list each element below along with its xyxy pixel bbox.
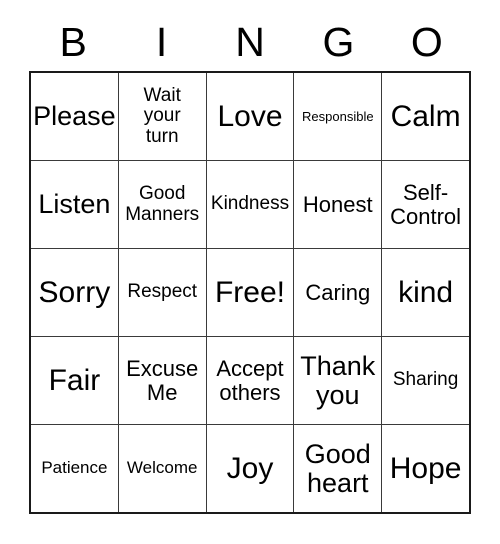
bingo-cell[interactable]: Good Manners bbox=[118, 161, 207, 248]
bingo-cell[interactable]: Calm bbox=[382, 73, 469, 160]
bingo-cell-label: kind bbox=[398, 275, 454, 309]
bingo-cell-label: Thank you bbox=[300, 350, 376, 410]
bingo-cell[interactable]: Sorry bbox=[31, 249, 119, 336]
bingo-header-letter-b: B bbox=[59, 19, 87, 65]
bingo-cell-label: Respect bbox=[127, 281, 198, 303]
bingo-cell[interactable]: Accept others bbox=[206, 337, 295, 424]
bingo-cell[interactable]: Sharing bbox=[382, 337, 469, 424]
bingo-cell-label: Please bbox=[33, 101, 116, 132]
bingo-cell-label: Kindness bbox=[210, 193, 290, 215]
bingo-row: Fair Excuse Me Accept others Thank you S… bbox=[31, 337, 469, 425]
bingo-grid: Please Wait your turn Love Responsible C… bbox=[29, 71, 471, 514]
bingo-cell[interactable]: kind bbox=[382, 249, 469, 336]
bingo-row: Listen Good Manners Kindness Honest Self… bbox=[31, 161, 469, 249]
bingo-header-row: B I N G O bbox=[29, 14, 471, 71]
bingo-cell-label: Free! bbox=[214, 275, 285, 309]
bingo-cell[interactable]: Hope bbox=[382, 425, 469, 512]
bingo-cell[interactable]: Listen bbox=[31, 161, 119, 248]
bingo-header-letter-n: N bbox=[235, 19, 265, 65]
bingo-cell[interactable]: Caring bbox=[294, 249, 383, 336]
bingo-cell-label: Accept others bbox=[216, 356, 284, 405]
bingo-header-letter-o: O bbox=[410, 19, 443, 65]
bingo-cell-label: Joy bbox=[226, 451, 274, 485]
bingo-cell[interactable]: Love bbox=[206, 73, 295, 160]
bingo-cell[interactable]: Responsible bbox=[294, 73, 383, 160]
bingo-cell[interactable]: Welcome bbox=[118, 425, 207, 512]
bingo-cell[interactable]: Wait your turn bbox=[118, 73, 207, 160]
bingo-header-letter-i: I bbox=[155, 19, 168, 65]
bingo-header-letter-g: G bbox=[322, 19, 355, 65]
bingo-cell-label: Calm bbox=[390, 99, 461, 133]
bingo-cell-label: Sorry bbox=[38, 275, 111, 309]
bingo-card: B I N G O Please Wait your turn Love Res… bbox=[0, 0, 500, 544]
bingo-cell-label: Listen bbox=[38, 189, 111, 220]
bingo-cell[interactable]: Thank you bbox=[294, 337, 383, 424]
bingo-cell-label: Good heart bbox=[304, 438, 371, 498]
bingo-cell-label: Excuse Me bbox=[126, 356, 199, 405]
bingo-cell-label: Responsible bbox=[302, 108, 374, 124]
bingo-row: Please Wait your turn Love Responsible C… bbox=[31, 73, 469, 161]
bingo-cell-label: Honest bbox=[302, 191, 373, 217]
bingo-cell-label: Self- Control bbox=[390, 180, 462, 229]
bingo-cell-free-space[interactable]: Free! bbox=[206, 249, 295, 336]
bingo-cell[interactable]: Good heart bbox=[294, 425, 383, 512]
bingo-cell[interactable]: Excuse Me bbox=[118, 337, 207, 424]
bingo-cell-label: Sharing bbox=[392, 369, 459, 391]
bingo-row: Patience Welcome Joy Good heart Hope bbox=[31, 425, 469, 512]
bingo-cell[interactable]: Please bbox=[31, 73, 119, 160]
bingo-row: Sorry Respect Free! Caring kind bbox=[31, 249, 469, 337]
bingo-cell[interactable]: Self- Control bbox=[382, 161, 469, 248]
bingo-cell-label: Caring bbox=[305, 279, 371, 305]
bingo-cell[interactable]: Respect bbox=[118, 249, 207, 336]
bingo-cell-label: Good Manners bbox=[125, 183, 200, 225]
bingo-cell-label: Welcome bbox=[126, 458, 198, 478]
bingo-cell-label: Fair bbox=[48, 363, 101, 397]
bingo-cell-label: Hope bbox=[389, 451, 462, 485]
bingo-cell-label: Love bbox=[217, 99, 283, 133]
bingo-cell-label: Patience bbox=[41, 458, 108, 478]
bingo-cell[interactable]: Patience bbox=[31, 425, 119, 512]
bingo-cell-label: Wait your turn bbox=[143, 85, 181, 147]
bingo-cell[interactable]: Fair bbox=[31, 337, 119, 424]
bingo-cell[interactable]: Kindness bbox=[206, 161, 295, 248]
bingo-cell[interactable]: Joy bbox=[206, 425, 295, 512]
bingo-cell[interactable]: Honest bbox=[294, 161, 383, 248]
